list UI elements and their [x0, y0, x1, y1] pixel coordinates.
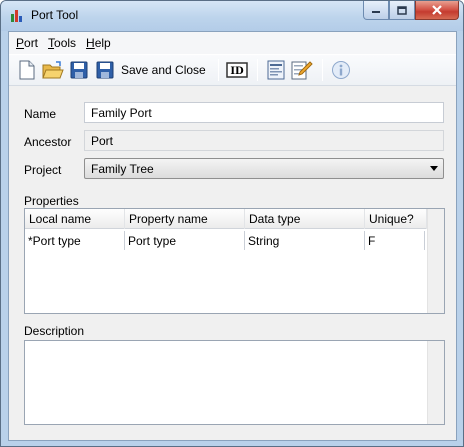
- table-row[interactable]: *Port type Port type String F: [25, 231, 425, 251]
- id-icon: ID: [225, 62, 248, 78]
- save-and-close-button[interactable]: Save and Close: [93, 58, 212, 82]
- column-header-data-type[interactable]: Data type: [245, 209, 365, 229]
- cell-data-type[interactable]: String: [245, 231, 365, 250]
- save-and-close-label: Save and Close: [121, 63, 206, 77]
- svg-text:ID: ID: [230, 66, 244, 77]
- edit-button[interactable]: [290, 58, 314, 82]
- caption-buttons: [363, 1, 459, 21]
- ancestor-field: Port: [84, 130, 444, 151]
- project-dropdown-value: Family Tree: [91, 162, 154, 176]
- save-and-close-icon: [96, 61, 114, 79]
- properties-label: Properties: [24, 194, 79, 208]
- properties-table[interactable]: Local name Property name Data type Uniqu…: [24, 208, 445, 314]
- toolbar-separator: [217, 59, 219, 81]
- properties-scrollbar[interactable]: [427, 209, 444, 313]
- menu-help-accel: H: [86, 36, 95, 50]
- toolbar-separator: [256, 59, 258, 81]
- description-scrollbar[interactable]: [427, 341, 444, 424]
- ancestor-label: Ancestor: [24, 135, 72, 149]
- menu-port-accel: P: [16, 36, 25, 50]
- info-icon: [331, 61, 350, 79]
- minimize-icon: [372, 11, 380, 13]
- properties-button[interactable]: [264, 58, 288, 82]
- app-icon: [11, 10, 22, 22]
- name-label: Name: [24, 107, 57, 121]
- save-button[interactable]: [67, 58, 91, 82]
- save-icon: [70, 61, 88, 79]
- menu-help[interactable]: Help: [81, 36, 116, 50]
- maximize-icon: [397, 5, 407, 15]
- title-bar[interactable]: Port Tool: [1, 1, 463, 31]
- new-button[interactable]: [15, 58, 39, 82]
- properties-table-header: Local name Property name Data type Uniqu…: [25, 209, 428, 229]
- menu-port-label: ort: [24, 36, 39, 50]
- menu-bar: Port Tools Help: [9, 32, 456, 54]
- toolbar-separator: [321, 59, 323, 81]
- save-and-close-icon-wrap: [93, 58, 117, 82]
- cell-local-name[interactable]: *Port type: [25, 231, 125, 250]
- cell-unique[interactable]: F: [365, 231, 425, 250]
- column-header-unique[interactable]: Unique?: [365, 209, 427, 229]
- menu-tools[interactable]: Tools: [43, 36, 81, 50]
- description-label: Description: [24, 324, 85, 338]
- project-dropdown[interactable]: Family Tree: [84, 158, 444, 179]
- close-icon: [432, 5, 442, 15]
- minimize-button[interactable]: [363, 1, 389, 20]
- maximize-button[interactable]: [389, 1, 415, 20]
- open-folder-icon: [42, 61, 64, 79]
- column-header-local-name[interactable]: Local name: [25, 209, 125, 229]
- open-button[interactable]: [41, 58, 65, 82]
- close-button[interactable]: [415, 1, 459, 20]
- chevron-down-icon: [430, 166, 438, 171]
- id-button[interactable]: ID: [225, 58, 249, 82]
- window-title: Port Tool: [31, 8, 79, 22]
- project-label: Project: [24, 163, 62, 177]
- port-tool-window: Port Tool Port Tools Help Save and Close…: [0, 0, 464, 447]
- cell-property-name[interactable]: Port type: [125, 231, 245, 250]
- description-textarea[interactable]: [24, 340, 445, 425]
- toolbar: Save and Close ID: [9, 54, 456, 86]
- column-header-property-name[interactable]: Property name: [125, 209, 245, 229]
- menu-tools-label: ools: [54, 36, 77, 50]
- description-text: [25, 341, 444, 347]
- info-button[interactable]: [329, 58, 353, 82]
- menu-help-label: elp: [94, 36, 111, 50]
- menu-port[interactable]: Port: [11, 36, 43, 50]
- properties-icon: [267, 60, 285, 80]
- name-field[interactable]: Family Port: [84, 102, 444, 123]
- edit-icon: [291, 61, 313, 80]
- client-area: Port Tools Help Save and Close ID Name F…: [8, 31, 457, 441]
- new-document-icon: [19, 60, 35, 80]
